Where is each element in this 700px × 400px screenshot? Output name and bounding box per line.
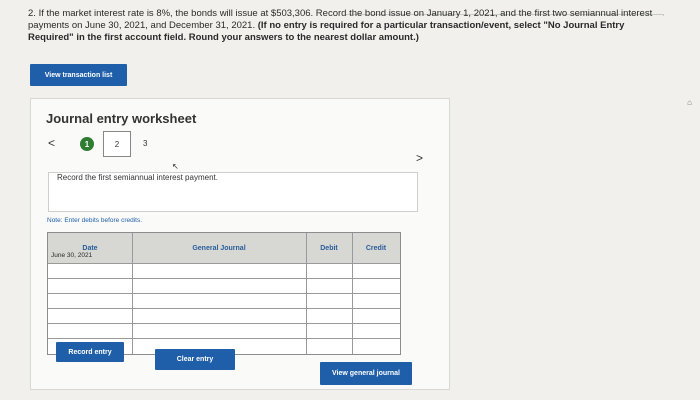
general-journal-header-label: General Journal xyxy=(192,244,246,252)
worksheet-title: Journal entry worksheet xyxy=(46,111,197,126)
date-column-header: Date xyxy=(48,233,133,264)
question-number: 2. xyxy=(28,8,36,19)
debit-column-header: Debit xyxy=(306,233,353,264)
row-divider xyxy=(48,293,400,294)
column-divider xyxy=(132,233,133,354)
row-divider xyxy=(48,278,400,279)
record-entry-button[interactable]: Record entry xyxy=(56,342,124,362)
view-transaction-list-button[interactable]: View transaction list xyxy=(30,64,127,86)
credit-column-header: Credit xyxy=(352,233,400,264)
credit-header-label: Credit xyxy=(365,244,387,252)
row-divider xyxy=(48,338,400,339)
entry-note: Note: Enter debits before credits. xyxy=(47,217,143,224)
step-1-indicator[interactable]: 1 xyxy=(80,137,94,151)
step-2-indicator[interactable]: 2 xyxy=(103,131,131,157)
debit-header-label: Debit xyxy=(320,244,338,252)
prev-step-button[interactable]: < xyxy=(48,136,55,150)
cursor-icon: ↖ xyxy=(172,162,179,171)
question-text: 2. If the market interest rate is 8%, th… xyxy=(28,8,660,44)
next-step-button[interactable]: > xyxy=(416,151,423,165)
journal-entry-grid: Date General Journal Debit Credit June 3… xyxy=(47,232,401,355)
column-divider xyxy=(352,233,353,354)
row-divider xyxy=(48,323,400,324)
general-journal-column-header: General Journal xyxy=(132,233,307,264)
edge-mark-icon: ⌂ xyxy=(687,98,692,107)
date-header-label: Date xyxy=(82,244,98,252)
instruction-text: Record the first semiannual interest pay… xyxy=(57,173,218,182)
row-1-date[interactable]: June 30, 2021 xyxy=(51,252,92,259)
step-3-indicator[interactable]: 3 xyxy=(143,139,147,148)
row-divider xyxy=(48,263,400,264)
clear-entry-button[interactable]: Clear entry xyxy=(155,349,235,370)
row-divider xyxy=(48,308,400,309)
view-general-journal-button[interactable]: View general journal xyxy=(320,362,412,385)
column-divider xyxy=(306,233,307,354)
